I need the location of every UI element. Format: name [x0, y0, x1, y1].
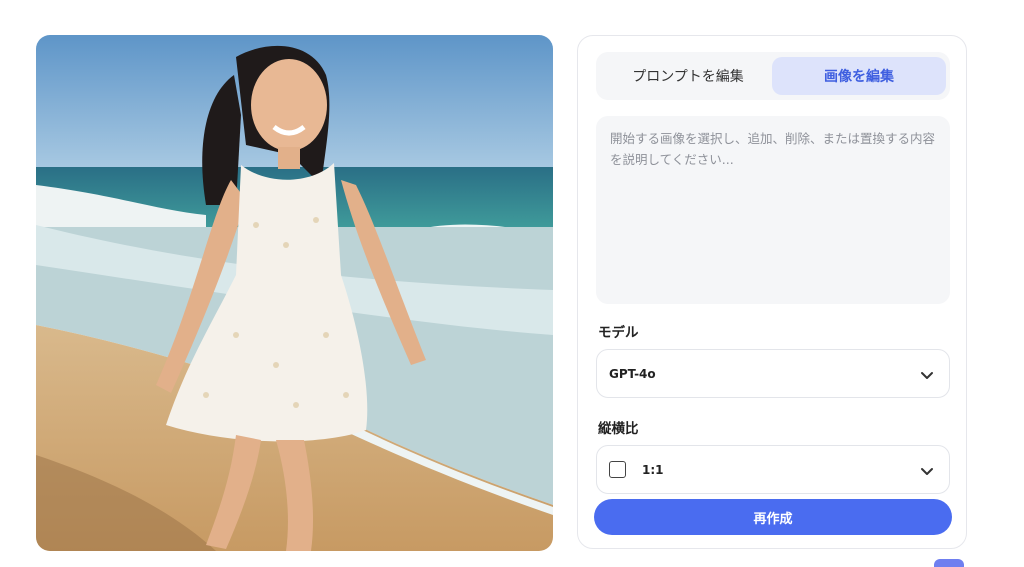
chevron-down-icon: [919, 463, 935, 483]
edit-instruction-placeholder: 開始する画像を選択し、追加、削除、または置換する内容を説明してください...: [610, 131, 936, 167]
edit-panel: プロンプトを編集 画像を編集 開始する画像を選択し、追加、削除、または置換する内…: [577, 35, 967, 549]
aspect-ratio-select[interactable]: 1:1: [596, 445, 950, 494]
model-select[interactable]: GPT-4o: [596, 349, 950, 398]
chevron-down-icon: [919, 367, 935, 387]
tab-edit-prompt[interactable]: プロンプトを編集: [601, 57, 775, 95]
mode-tabs: プロンプトを編集 画像を編集: [596, 52, 950, 100]
model-label: モデル: [598, 325, 639, 341]
aspect-ratio-label: 縦横比: [598, 421, 639, 437]
floating-widget-edge[interactable]: [934, 559, 964, 567]
aspect-ratio-value: 1:1: [642, 462, 664, 477]
tab-edit-image[interactable]: 画像を編集: [772, 57, 946, 95]
edit-instruction-input[interactable]: 開始する画像を選択し、追加、削除、または置換する内容を説明してください...: [596, 116, 950, 304]
square-ratio-icon: [609, 461, 626, 478]
beach-photo-illustration: [36, 35, 553, 551]
model-select-value: GPT-4o: [609, 366, 656, 381]
regenerate-button[interactable]: 再作成: [594, 499, 952, 535]
generated-image[interactable]: [36, 35, 553, 551]
